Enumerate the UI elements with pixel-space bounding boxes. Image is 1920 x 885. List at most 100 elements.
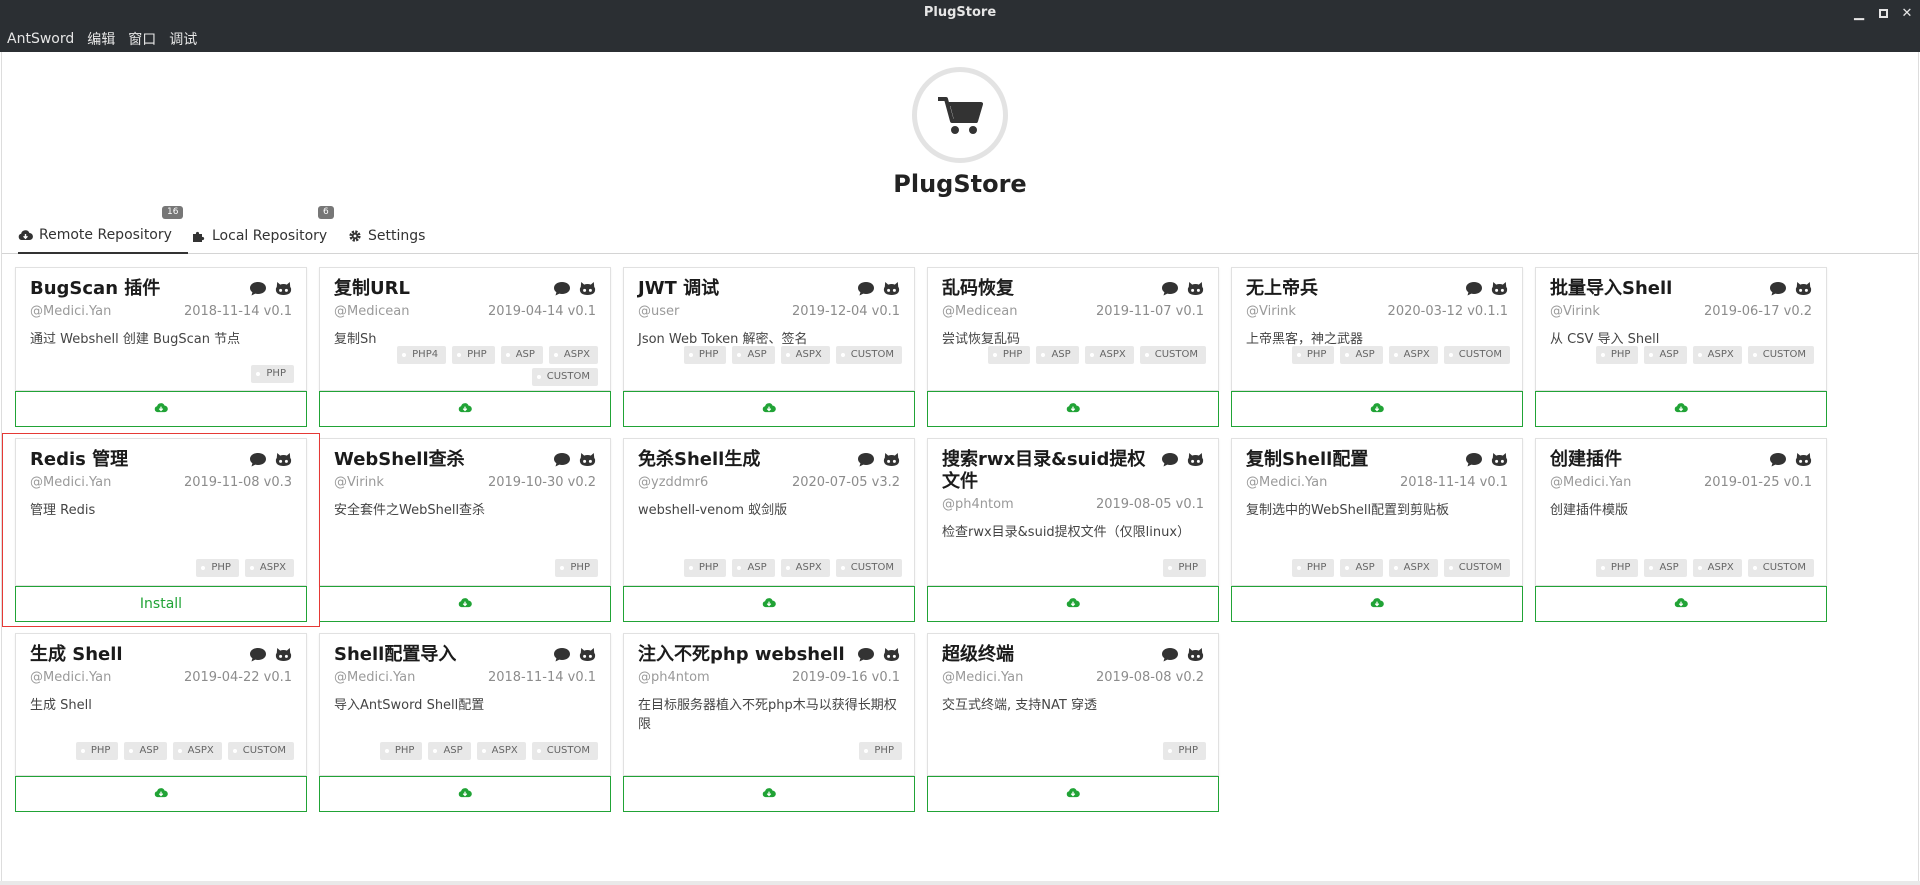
plugin-description: 安全套件之WebShell查杀 [334, 503, 486, 518]
plugin-author: @Medici.Yan [334, 670, 416, 685]
install-button[interactable] [319, 391, 611, 427]
menu-antsword[interactable]: AntSword [7, 31, 74, 47]
maximize-button[interactable] [1876, 6, 1890, 20]
tag-label: CUSTOM [546, 745, 590, 756]
github-icon[interactable] [1187, 281, 1204, 300]
tag-custom: CUSTOM [1139, 346, 1206, 364]
github-icon[interactable] [1491, 452, 1508, 471]
github-icon[interactable] [1795, 281, 1812, 300]
plugin-name: WebShell查杀 [334, 449, 465, 470]
plugin-date-version: 2019-04-22 v0.1 [183, 670, 292, 685]
comment-icon[interactable] [1465, 281, 1483, 300]
comment-icon[interactable] [249, 281, 267, 300]
plugin-name: 批量导入Shell [1550, 278, 1673, 299]
plugin-author: @Medici.Yan [1550, 475, 1632, 490]
install-button[interactable] [319, 586, 611, 622]
install-button[interactable] [15, 776, 307, 812]
tag-asp: ASP [1644, 559, 1687, 577]
tag-hole [177, 749, 182, 753]
install-button[interactable] [623, 776, 915, 812]
tag-label: PHP [698, 349, 719, 360]
cloud-download-icon [1066, 596, 1080, 612]
comment-icon[interactable] [857, 281, 875, 300]
install-button[interactable] [319, 776, 611, 812]
tab-settings[interactable]: Settings [348, 218, 425, 254]
install-button[interactable] [927, 586, 1219, 622]
plugin-tags: PHP ASP ASPX CUSTOM [936, 346, 1206, 364]
github-icon[interactable] [275, 647, 292, 666]
minimize-button[interactable]: ▁ [1852, 6, 1866, 21]
github-icon[interactable] [579, 452, 596, 471]
tag-php: PHP [683, 346, 727, 364]
tag-label: CUSTOM [1762, 562, 1806, 573]
window-bottom-edge [0, 881, 1920, 885]
install-button[interactable] [623, 391, 915, 427]
github-icon[interactable] [275, 281, 292, 300]
comment-icon[interactable] [1161, 647, 1179, 666]
tag-custom: CUSTOM [1747, 559, 1814, 577]
github-icon[interactable] [579, 281, 596, 300]
tag-hole [864, 749, 869, 753]
plugin-card: Shell配置导入 @Medici.Yan 2018-11-14 v0.1 导入Ant… [319, 633, 611, 776]
menu-window[interactable]: 窗口 [128, 29, 156, 49]
github-icon[interactable] [1491, 281, 1508, 300]
comment-icon[interactable] [1465, 452, 1483, 471]
tag-label: CUSTOM [1458, 562, 1502, 573]
plugin-tags: PHP [1163, 559, 1206, 577]
plugin-card: 批量导入Shell @Virink 2019-06-17 v0.2 从 CSV 导入 … [1535, 267, 1827, 391]
plugin-author: @yzddmr6 [638, 475, 709, 490]
plugin-card: 生成 Shell @Medici.Yan 2019-04-22 v0.1 生成 She… [15, 633, 307, 776]
comment-icon[interactable] [1161, 281, 1179, 300]
menu-edit[interactable]: 编辑 [87, 29, 115, 49]
close-button[interactable]: ✕ [1900, 6, 1914, 21]
github-icon[interactable] [579, 647, 596, 666]
tag-label: ASP [1659, 349, 1679, 360]
plugstore-logo [912, 67, 1008, 163]
tag-hole [840, 353, 845, 357]
tag-label: ASP [1355, 349, 1375, 360]
cloud-download-icon [762, 401, 776, 417]
comment-icon[interactable] [249, 647, 267, 666]
install-button[interactable] [1535, 391, 1827, 427]
github-icon[interactable] [1187, 647, 1204, 666]
tag-label: ASP [1355, 562, 1375, 573]
install-button[interactable] [1231, 586, 1523, 622]
plugin-author: @ph4ntom [942, 497, 1014, 512]
install-button[interactable] [927, 776, 1219, 812]
comment-icon[interactable] [553, 281, 571, 300]
github-icon[interactable] [883, 647, 900, 666]
tag-asp: ASP [1036, 346, 1079, 364]
plugin-date-version: 2019-09-16 v0.1 [791, 670, 900, 685]
tag-label: ASPX [1707, 562, 1734, 573]
install-button[interactable] [623, 586, 915, 622]
github-icon[interactable] [883, 452, 900, 471]
menu-debug[interactable]: 调试 [169, 29, 197, 49]
comment-icon[interactable] [857, 647, 875, 666]
tab-local-repository[interactable]: Local Repository [192, 218, 327, 254]
comment-icon[interactable] [857, 452, 875, 471]
github-icon[interactable] [1187, 452, 1204, 471]
install-button[interactable] [1231, 391, 1523, 427]
tag-aspx: ASPX [1388, 346, 1438, 364]
plugin-actions [857, 281, 900, 300]
tab-remote-repository[interactable]: Remote Repository [18, 218, 188, 254]
install-button[interactable] [15, 391, 307, 427]
plugin-card: 超级终端 @Medici.Yan 2019-08-08 v0.2 交互式终端, 支持N… [927, 633, 1219, 776]
tag-aspx: ASPX [172, 742, 222, 760]
comment-icon[interactable] [553, 452, 571, 471]
install-button[interactable] [927, 391, 1219, 427]
install-button[interactable] [1535, 586, 1827, 622]
github-icon[interactable] [1795, 452, 1812, 471]
comment-icon[interactable] [553, 647, 571, 666]
plugin-actions [1465, 281, 1508, 300]
tag-label: PHP [874, 745, 894, 756]
plugin-author: @Medici.Yan [30, 670, 112, 685]
comment-icon[interactable] [1161, 452, 1179, 471]
tag-label: ASP [443, 745, 463, 756]
tag-php: PHP [555, 559, 598, 577]
comment-icon[interactable] [1769, 452, 1787, 471]
comment-icon[interactable] [1769, 281, 1787, 300]
plugin-name: 创建插件 [1550, 449, 1622, 470]
plugin-tags: PHP [555, 559, 598, 577]
github-icon[interactable] [883, 281, 900, 300]
